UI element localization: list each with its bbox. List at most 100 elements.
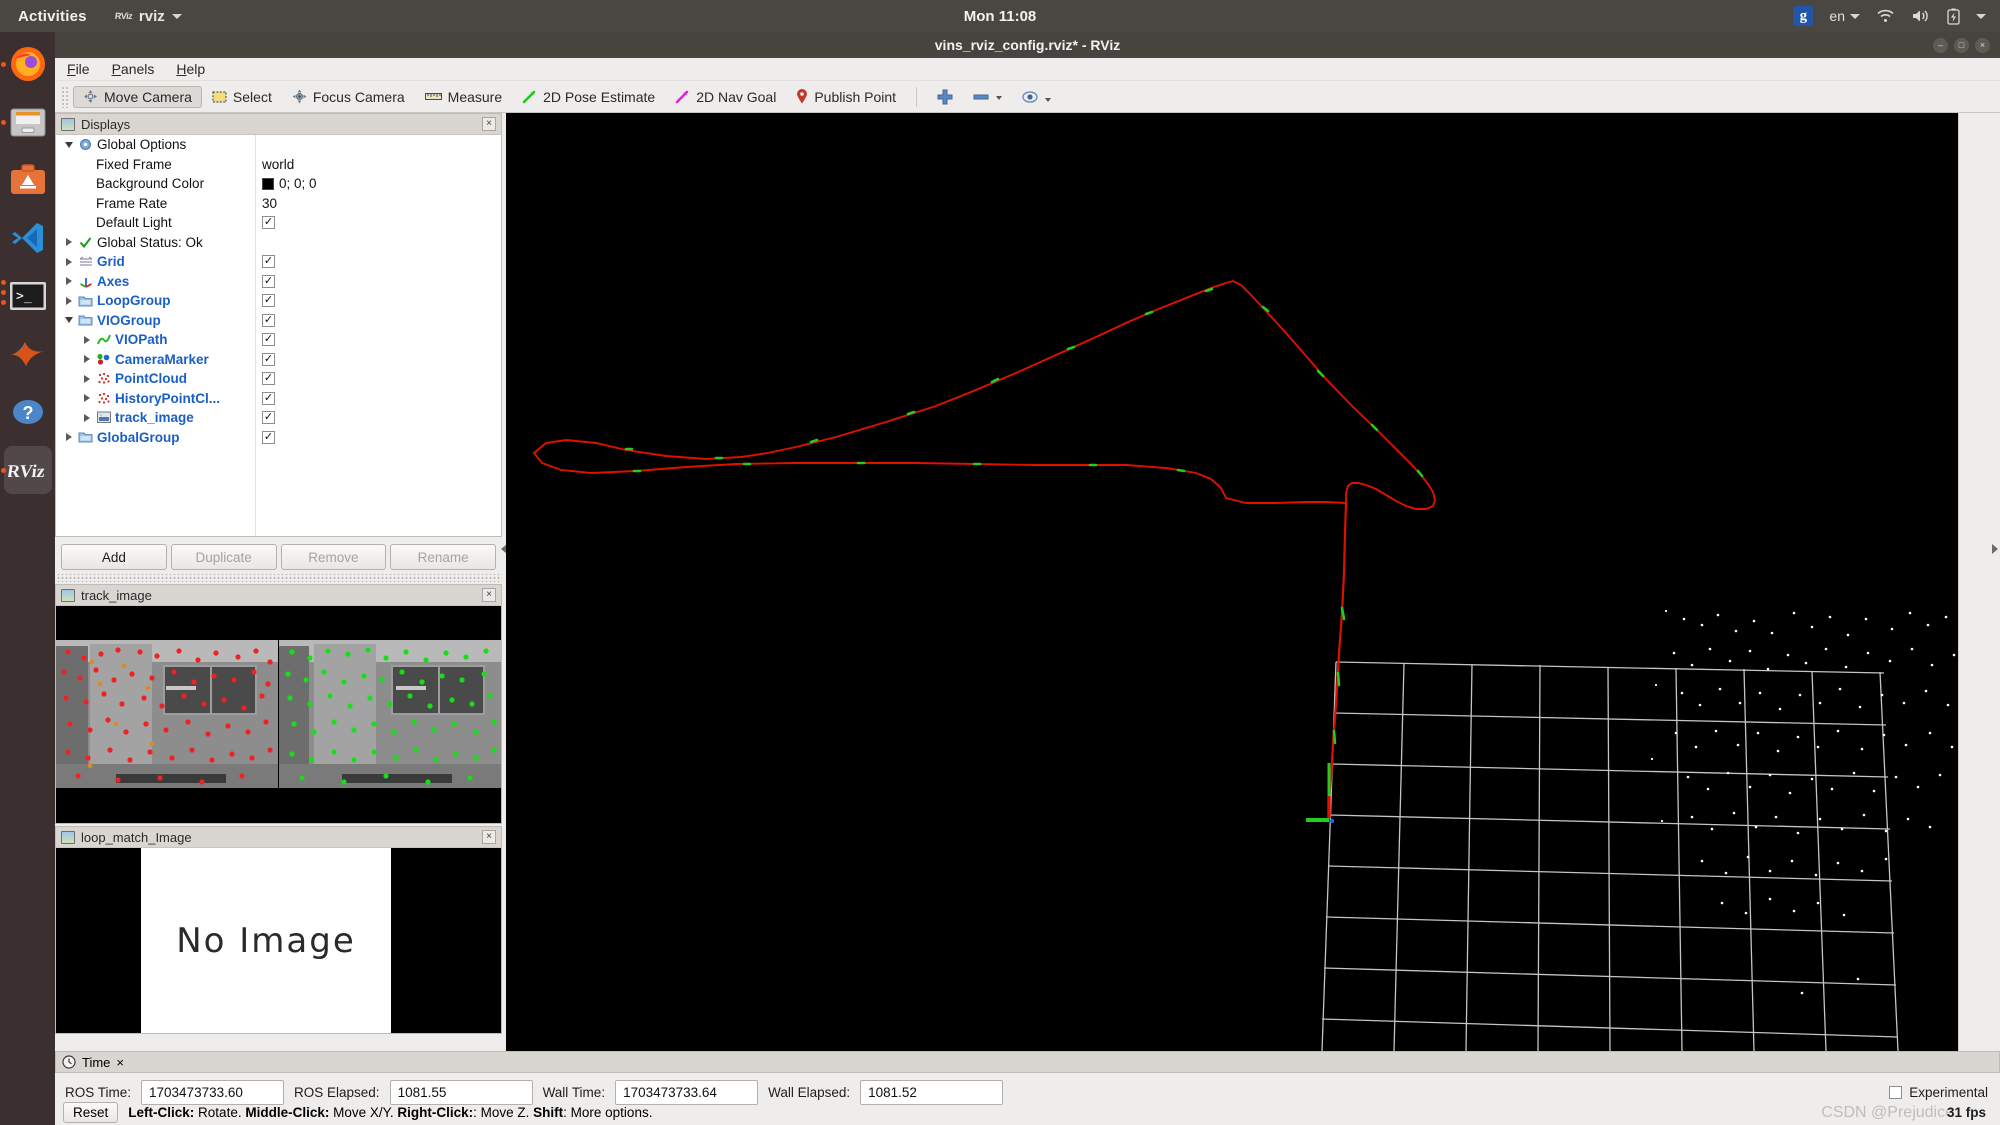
remove-tool-button[interactable] <box>963 89 1012 105</box>
view-scrollbar[interactable] <box>1958 113 1979 1051</box>
menu-file[interactable]: File <box>67 61 90 77</box>
checkbox[interactable]: ✓ <box>262 274 275 288</box>
tree-row-axes[interactable]: Axes ✓ <box>56 272 501 292</box>
clock[interactable]: Mon 11:08 <box>964 8 1037 25</box>
tool-2d-nav-goal[interactable]: 2D Nav Goal <box>665 86 786 108</box>
tool-focus-camera[interactable]: Focus Camera <box>282 86 415 108</box>
tree-value-wrap[interactable]: 0; 0; 0 <box>262 176 317 191</box>
dock-item-vscode[interactable] <box>4 214 52 262</box>
tree-value-wrap[interactable]: ✓ <box>262 274 275 288</box>
tree-row-point-cloud[interactable]: PointCloud ✓ <box>56 369 501 389</box>
expander-toggle[interactable] <box>60 277 78 286</box>
loop-match-image-view[interactable]: No Image <box>55 848 502 1034</box>
tree-value-wrap[interactable]: ✓ <box>262 411 275 425</box>
maximize-button[interactable]: □ <box>1954 37 1969 53</box>
checkbox[interactable]: ✓ <box>262 255 275 269</box>
menu-help[interactable]: Help <box>176 61 205 77</box>
tree-value-wrap[interactable]: ✓ <box>262 313 275 327</box>
tree-row-frame-rate[interactable]: Frame Rate 30 <box>56 194 501 214</box>
tree-row-history-point-cloud[interactable]: HistoryPointCl... ✓ <box>56 389 501 409</box>
checkbox[interactable]: ✓ <box>262 372 275 386</box>
tree-value[interactable]: 30 <box>262 196 277 211</box>
expander-toggle[interactable] <box>78 355 96 364</box>
tree-row-global-options[interactable]: Global Options <box>56 135 501 155</box>
tree-value-wrap[interactable]: ✓ <box>262 391 275 405</box>
chevron-down-icon[interactable] <box>1976 13 1986 19</box>
tree-value-wrap[interactable]: ✓ <box>262 352 275 366</box>
close-icon[interactable]: × <box>482 588 496 602</box>
tree-row-fixed-frame[interactable]: Fixed Frame world <box>56 155 501 175</box>
expander-toggle[interactable] <box>78 374 96 383</box>
app-menu-button[interactable]: RViz rviz <box>114 8 182 25</box>
expander-toggle[interactable] <box>78 413 96 422</box>
tree-row-track-image[interactable]: track_image ✓ <box>56 408 501 428</box>
tree-row-grid[interactable]: Grid ✓ <box>56 252 501 272</box>
dock-item-help[interactable]: ? <box>4 388 52 436</box>
3d-render-view[interactable] <box>506 113 1979 1051</box>
add-tool-button[interactable] <box>927 86 963 108</box>
dock-item-firefox[interactable] <box>0 40 52 88</box>
expander-toggle[interactable] <box>60 317 78 324</box>
tree-value[interactable]: world <box>262 157 294 172</box>
tree-value-wrap[interactable]: ✓ <box>262 255 275 269</box>
checkbox[interactable]: ✓ <box>262 294 275 308</box>
close-icon[interactable]: × <box>482 830 496 844</box>
dock-item-ubuntu-software[interactable] <box>4 156 52 204</box>
dock-item-matlab[interactable] <box>4 330 52 378</box>
tree-value-wrap[interactable]: ✓ <box>262 294 275 308</box>
panel-resize-grip[interactable] <box>55 574 502 582</box>
volume-icon[interactable] <box>1911 8 1931 24</box>
tree-value-wrap[interactable]: ✓ <box>262 430 275 444</box>
expander-toggle[interactable] <box>78 335 96 344</box>
wifi-icon[interactable] <box>1876 8 1895 24</box>
add-button[interactable]: Add <box>61 544 167 570</box>
remove-button[interactable]: Remove <box>280 544 387 570</box>
tree-row-loop-group[interactable]: LoopGroup ✓ <box>56 291 501 311</box>
dock-item-terminal[interactable]: >_ <box>0 272 52 320</box>
dock-item-files[interactable] <box>0 98 52 146</box>
tool-2d-pose-estimate[interactable]: 2D Pose Estimate <box>512 86 665 108</box>
tool-measure[interactable]: Measure <box>415 86 512 108</box>
checkbox[interactable]: ✓ <box>262 391 275 405</box>
expander-toggle[interactable] <box>60 433 78 442</box>
tool-move-camera[interactable]: Move Camera <box>73 85 202 108</box>
right-splitter-handle[interactable] <box>1991 531 1998 567</box>
checkbox[interactable]: ✓ <box>262 352 275 366</box>
experimental-checkbox-row[interactable]: Experimental <box>1889 1085 1988 1100</box>
tree-value-wrap[interactable]: ✓ <box>262 333 275 347</box>
checkbox[interactable]: ✓ <box>262 313 275 327</box>
tree-row-vio-path[interactable]: VIOPath ✓ <box>56 330 501 350</box>
experimental-checkbox[interactable] <box>1889 1086 1903 1099</box>
displays-tree[interactable]: Global Options Fixed Frame world Backgro… <box>55 135 502 537</box>
gimp-tray-icon[interactable]: g <box>1793 6 1814 26</box>
tool-publish-point[interactable]: Publish Point <box>786 86 906 108</box>
tree-row-default-light[interactable]: Default Light ✓ <box>56 213 501 233</box>
tool-properties-button[interactable] <box>1012 87 1061 107</box>
activities-button[interactable]: Activities <box>18 8 87 25</box>
expander-toggle[interactable] <box>60 141 78 148</box>
reset-button[interactable]: Reset <box>63 1101 119 1123</box>
rename-button[interactable]: Rename <box>390 544 496 570</box>
keyboard-layout-indicator[interactable]: en <box>1829 8 1860 24</box>
close-icon[interactable]: × <box>116 1055 124 1070</box>
close-icon[interactable]: × <box>482 117 496 131</box>
duplicate-button[interactable]: Duplicate <box>170 544 277 570</box>
tool-select[interactable]: Select <box>202 86 282 108</box>
close-button[interactable]: × <box>1975 37 1990 53</box>
expander-toggle[interactable] <box>60 296 78 305</box>
battery-icon[interactable] <box>1947 8 1960 25</box>
tree-row-vio-group[interactable]: VIOGroup ✓ <box>56 311 501 331</box>
toolbar-grip[interactable] <box>61 85 69 108</box>
tree-row-global-group[interactable]: GlobalGroup ✓ <box>56 428 501 448</box>
checkbox[interactable]: ✓ <box>262 216 275 230</box>
tree-value-wrap[interactable]: ✓ <box>262 372 275 386</box>
tree-value-wrap[interactable]: ✓ <box>262 216 275 230</box>
tree-row-global-status[interactable]: Global Status: Ok <box>56 233 501 253</box>
checkbox[interactable]: ✓ <box>262 333 275 347</box>
menu-panels[interactable]: Panels <box>112 61 155 77</box>
dock-item-rviz[interactable]: RViz <box>0 446 52 494</box>
track-image-view[interactable] <box>55 606 502 824</box>
expander-toggle[interactable] <box>78 394 96 403</box>
expander-toggle[interactable] <box>60 257 78 266</box>
tree-row-camera-marker[interactable]: CameraMarker ✓ <box>56 350 501 370</box>
